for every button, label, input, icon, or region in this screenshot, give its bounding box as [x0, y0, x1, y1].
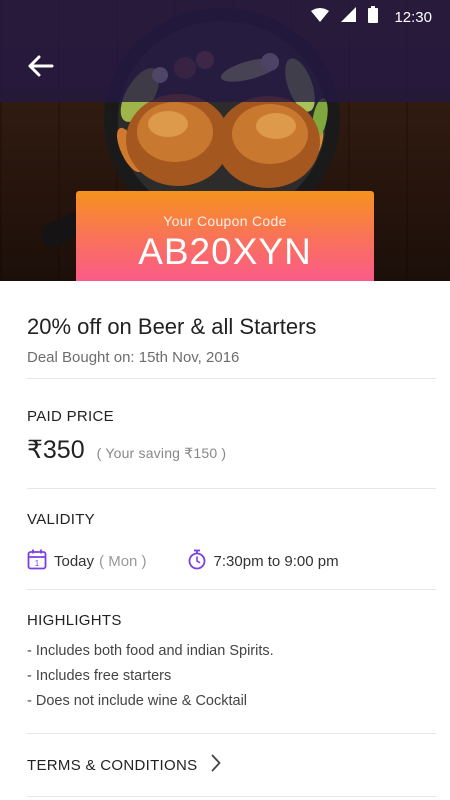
battery-icon	[368, 6, 379, 28]
validity-heading: VALIDITY	[27, 511, 95, 528]
validity-day: 1 Today ( Mon )	[27, 549, 147, 574]
cell-signal-icon	[341, 7, 357, 27]
validity-day-label: Today	[54, 553, 95, 570]
status-bar: 12:30	[0, 0, 450, 34]
validity-row: 1 Today ( Mon ) 7:30pm to 9:00 pm	[27, 549, 436, 574]
deal-bought-date: Deal Bought on: 15th Nov, 2016	[27, 349, 240, 366]
deal-title: 20% off on Beer & all Starters	[27, 314, 317, 339]
price-row: ₹350 ( Your saving ₹150 )	[27, 435, 436, 465]
chevron-right-icon	[211, 754, 221, 777]
hero-banner: 12:30 Your Coupon Code AB20XYN	[0, 0, 450, 281]
validity-time-range: 7:30pm to 9:00 pm	[213, 553, 339, 570]
deal-details: 20% off on Beer & all Starters Deal Boug…	[0, 281, 450, 797]
svg-text:1: 1	[35, 559, 40, 568]
paid-price-section: PAID PRICE ₹350 ( Your saving ₹150 )	[27, 379, 436, 489]
highlights-section: HIGHLIGHTS - Includes both food and indi…	[27, 590, 436, 734]
paid-price-amount: ₹350	[27, 436, 85, 464]
saving-amount: ( Your saving ₹150 )	[96, 445, 227, 461]
validity-section: VALIDITY 1 Today ( Mon ) 7:30pm to 9:00 …	[27, 489, 436, 590]
arrow-left-icon	[26, 54, 54, 83]
coupon-label: Your Coupon Code	[163, 213, 287, 229]
paid-price-heading: PAID PRICE	[27, 408, 114, 425]
highlights-list: - Includes both food and indian Spirits.…	[27, 639, 436, 714]
validity-time: 7:30pm to 9:00 pm	[187, 549, 339, 574]
highlight-item: - Does not include wine & Cocktail	[27, 693, 248, 709]
deal-title-section: 20% off on Beer & all Starters Deal Boug…	[27, 281, 436, 379]
calendar-icon: 1	[27, 549, 54, 574]
terms-conditions-link[interactable]: TERMS & CONDITIONS	[27, 734, 436, 797]
stopwatch-icon	[187, 549, 214, 574]
status-time: 12:30	[394, 8, 432, 26]
back-button[interactable]	[22, 50, 58, 86]
highlight-item: - Includes both food and indian Spirits.	[27, 643, 274, 659]
coupon-code: AB20XYN	[138, 231, 312, 272]
highlight-item: - Includes free starters	[27, 668, 172, 684]
coupon-code-card: Your Coupon Code AB20XYN	[76, 191, 374, 281]
highlights-heading: HIGHLIGHTS	[27, 612, 122, 629]
validity-weekday: ( Mon )	[99, 553, 147, 570]
wifi-icon	[311, 7, 330, 27]
terms-label: TERMS & CONDITIONS	[27, 756, 198, 774]
